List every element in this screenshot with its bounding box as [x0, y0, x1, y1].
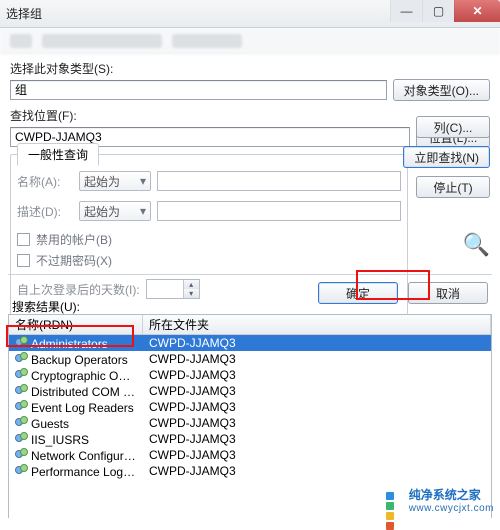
cancel-button[interactable]: 取消: [408, 282, 488, 304]
row-name: Administrators: [31, 337, 108, 351]
table-row[interactable]: Backup Operators CWPD-JJAMQ3: [9, 351, 491, 367]
column-header-name[interactable]: 名称(RDN): [9, 315, 143, 334]
disabled-accounts-label: 禁用的帐户(B): [36, 231, 112, 248]
non-expiring-password-checkbox[interactable]: [17, 254, 30, 267]
close-button[interactable]: ✕: [454, 0, 500, 22]
table-row[interactable]: Administrators CWPD-JJAMQ3: [9, 335, 491, 351]
desc-filter-combo-value: 起始为: [84, 203, 120, 220]
name-filter-label: 名称(A):: [17, 173, 73, 190]
chevron-down-icon: ▾: [140, 204, 146, 218]
row-name: IIS_IUSRS: [31, 433, 89, 447]
object-type-button[interactable]: 对象类型(O)...: [393, 79, 490, 101]
window-buttons: — ▢ ✕: [390, 0, 500, 22]
watermark: 纯净系统之家 www.cwycjxt.com: [385, 486, 494, 514]
table-row[interactable]: Network Configura... CWPD-JJAMQ3: [9, 447, 491, 463]
separator: [8, 274, 492, 275]
row-folder: CWPD-JJAMQ3: [149, 352, 236, 366]
table-row[interactable]: IIS_IUSRS CWPD-JJAMQ3: [9, 431, 491, 447]
group-icon: [15, 384, 29, 396]
desc-filter-input[interactable]: [157, 201, 401, 221]
find-now-button[interactable]: 立即查找(N): [403, 146, 490, 168]
search-icon: 🔍: [463, 232, 490, 258]
list-header: 名称(RDN) 所在文件夹: [9, 315, 491, 335]
stop-button[interactable]: 停止(T): [416, 176, 490, 198]
row-folder: CWPD-JJAMQ3: [149, 384, 236, 398]
group-icon: [15, 416, 29, 428]
side-button-column: 列(C)... 立即查找(N) 停止(T) 🔍: [410, 116, 490, 258]
row-name: Backup Operators: [31, 353, 128, 367]
row-folder: CWPD-JJAMQ3: [149, 464, 236, 478]
row-name: Distributed COM U...: [31, 385, 142, 399]
general-query-tab[interactable]: 一般性查询: [17, 143, 99, 166]
watermark-logo-icon: [385, 491, 403, 509]
row-folder: CWPD-JJAMQ3: [149, 368, 236, 382]
table-row[interactable]: Guests CWPD-JJAMQ3: [9, 415, 491, 431]
table-row[interactable]: Performance Log U... CWPD-JJAMQ3: [9, 463, 491, 479]
table-row[interactable]: Cryptographic Ope... CWPD-JJAMQ3: [9, 367, 491, 383]
group-icon: [15, 352, 29, 364]
object-type-label: 选择此对象类型(S):: [10, 60, 490, 77]
watermark-brand: 纯净系统之家: [409, 488, 481, 502]
row-name: Cryptographic Ope...: [31, 369, 142, 383]
blurred-toolbar: [0, 28, 500, 54]
non-expiring-password-label: 不过期密码(X): [36, 252, 112, 269]
row-folder: CWPD-JJAMQ3: [149, 416, 236, 430]
titlebar: 选择组 — ▢ ✕: [0, 0, 500, 28]
name-filter-combo[interactable]: 起始为 ▾: [79, 171, 151, 191]
disabled-accounts-checkbox[interactable]: [17, 233, 30, 246]
name-filter-input[interactable]: [157, 171, 401, 191]
search-results-label: 搜索结果(U):: [12, 298, 80, 315]
group-icon: [15, 464, 29, 476]
window-title: 选择组: [6, 5, 42, 22]
desc-filter-label: 描述(D):: [17, 203, 73, 220]
group-icon: [15, 336, 29, 348]
group-icon: [15, 368, 29, 380]
object-type-field: 组: [10, 80, 387, 100]
row-name: Network Configura...: [31, 449, 140, 463]
table-row[interactable]: Distributed COM U... CWPD-JJAMQ3: [9, 383, 491, 399]
columns-button[interactable]: 列(C)...: [416, 116, 490, 138]
row-name: Performance Log U...: [31, 465, 143, 479]
desc-filter-combo[interactable]: 起始为 ▾: [79, 201, 151, 221]
minimize-button[interactable]: —: [390, 0, 422, 22]
row-name: Event Log Readers: [31, 401, 134, 415]
row-folder: CWPD-JJAMQ3: [149, 400, 236, 414]
maximize-button[interactable]: ▢: [422, 0, 454, 22]
ok-button[interactable]: 确定: [318, 282, 398, 304]
row-folder: CWPD-JJAMQ3: [149, 448, 236, 462]
group-icon: [15, 448, 29, 460]
row-folder: CWPD-JJAMQ3: [149, 336, 236, 350]
row-name: Guests: [31, 417, 69, 431]
watermark-url: www.cwycjxt.com: [409, 503, 494, 514]
chevron-down-icon: ▾: [140, 174, 146, 188]
group-icon: [15, 432, 29, 444]
group-icon: [15, 400, 29, 412]
table-row[interactable]: Event Log Readers CWPD-JJAMQ3: [9, 399, 491, 415]
column-header-folder[interactable]: 所在文件夹: [143, 315, 491, 334]
row-folder: CWPD-JJAMQ3: [149, 432, 236, 446]
name-filter-combo-value: 起始为: [84, 173, 120, 190]
